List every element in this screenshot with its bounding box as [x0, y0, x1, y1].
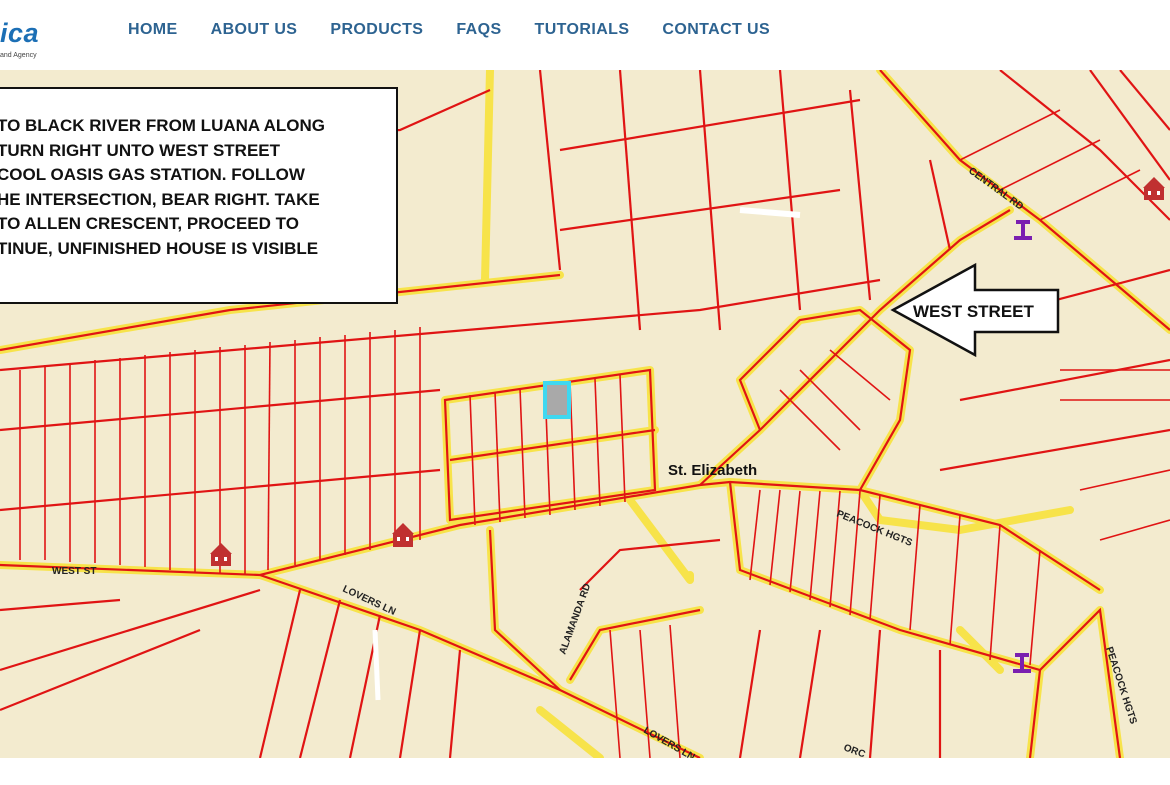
town-label: St. Elizabeth: [668, 462, 757, 479]
parcel-map[interactable]: CENTRAL RD PEACOCK HGTS WEST ST LOVERS L…: [0, 70, 1170, 758]
nav-contact-us[interactable]: CONTACT US: [662, 21, 770, 39]
main-nav: HOME ABOUT US PRODUCTS FAQS TUTORIALS CO…: [128, 21, 803, 39]
school-icon-3[interactable]: [1143, 177, 1165, 200]
logo-text: ica: [0, 18, 40, 48]
directions-line: COOL OASIS GAS STATION. FOLLOW: [0, 165, 305, 185]
nav-about-us[interactable]: ABOUT US: [211, 21, 298, 39]
school-icon[interactable]: [210, 543, 232, 566]
road-label-central-rd: CENTRAL RD: [966, 166, 1025, 213]
arrow-label: WEST STREET: [913, 302, 1035, 321]
site-header: ica and Agency HOME ABOUT US PRODUCTS FA…: [0, 0, 1170, 70]
nav-faqs[interactable]: FAQS: [456, 21, 501, 39]
road-label-orc: ORC: [842, 742, 867, 758]
directions-line: TO ALLEN CRESCENT, PROCEED TO: [0, 214, 299, 234]
nav-products[interactable]: PRODUCTS: [330, 21, 423, 39]
directions-line: TINUE, UNFINISHED HOUSE IS VISIBLE: [0, 238, 319, 258]
road-label-west-st: WEST ST: [52, 566, 96, 577]
track-line-2: [372, 629, 381, 701]
nav-tutorials[interactable]: TUTORIALS: [535, 21, 630, 39]
site-logo[interactable]: ica and Agency: [0, 18, 60, 64]
nav-home[interactable]: HOME: [128, 21, 178, 39]
gas-station-marker-1[interactable]: [1014, 220, 1032, 240]
directions-line: TURN RIGHT UNTO WEST STREET: [0, 140, 281, 160]
logo-tagline: and Agency: [0, 52, 37, 59]
directions-box: TO BLACK RIVER FROM LUANA ALONG TURN RIG…: [0, 87, 398, 304]
page-bottom-space: [0, 758, 1170, 785]
highlighted-parcel[interactable]: [543, 381, 571, 419]
directions-line: TO BLACK RIVER FROM LUANA ALONG: [0, 116, 326, 135]
directions-line: HE INTERSECTION, BEAR RIGHT. TAKE: [0, 189, 320, 209]
